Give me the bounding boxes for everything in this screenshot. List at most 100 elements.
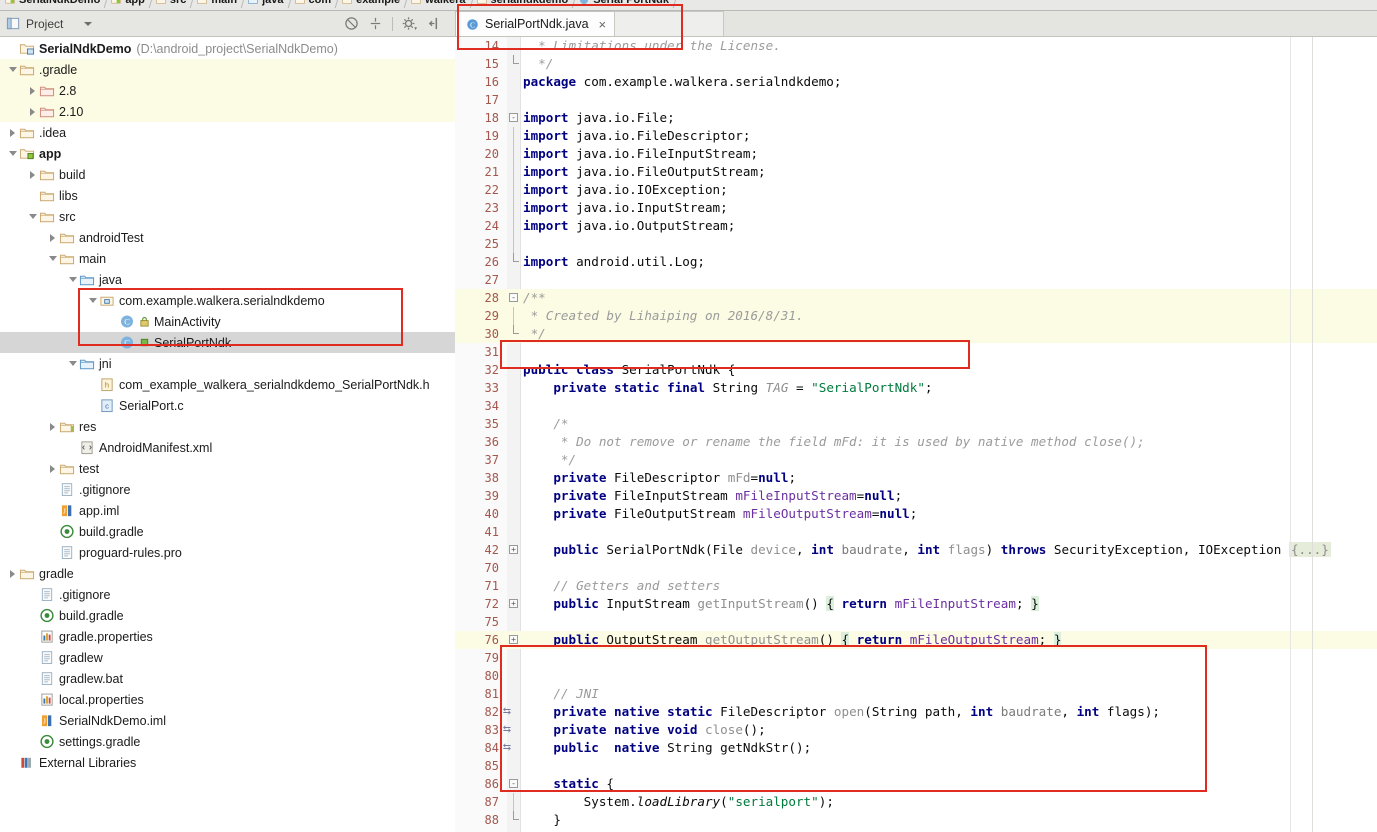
breadcrumb-item-serialndkdemo[interactable]: SerialNdkDemo [0,0,106,10]
fold-expand-icon[interactable]: + [509,545,518,554]
breadcrumb-item-serial-portndk[interactable]: Serial PortNdk [574,0,675,10]
code-line-17[interactable]: 17 [455,91,1377,109]
tree-row-src[interactable]: src [0,206,455,227]
tree-row-serialndkdemo[interactable]: SerialNdkDemo (D:\android_project\Serial… [0,38,455,59]
code-line-79[interactable]: 79 [455,649,1377,667]
tree-row-java[interactable]: java [0,269,455,290]
tree-row-androidtest[interactable]: androidTest [0,227,455,248]
code-line-86[interactable]: 86 - static { [455,775,1377,793]
code-line-14[interactable]: 14 * Limitations under the License. [455,37,1377,55]
tree-expand-arrow-icon[interactable] [46,462,59,475]
tree-expand-arrow-icon[interactable] [6,147,19,160]
code-line-25[interactable]: 25 [455,235,1377,253]
code-line-28[interactable]: 28 - /** [455,289,1377,307]
breadcrumb-item-app[interactable]: app [106,0,151,10]
fold-expand-icon[interactable]: + [509,635,518,644]
code-line-80[interactable]: 80 [455,667,1377,685]
code-line-31[interactable]: 31 [455,343,1377,361]
tree-expand-arrow-icon[interactable] [26,210,39,223]
tree-row-settings.gradle[interactable]: settings.gradle [0,731,455,752]
tree-row-proguard-rules.pro[interactable]: proguard-rules.pro [0,542,455,563]
expand-collapse-icon[interactable] [368,16,383,31]
tree-expand-arrow-icon[interactable] [66,273,79,286]
tree-expand-arrow-icon[interactable] [86,294,99,307]
code-line-24[interactable]: 24 import java.io.OutputStream; [455,217,1377,235]
code-line-37[interactable]: 37 */ [455,451,1377,469]
tree-expand-arrow-icon[interactable] [66,357,79,370]
tree-row-mainactivity[interactable]: C MainActivity [0,311,455,332]
code-line-41[interactable]: 41 [455,523,1377,541]
code-line-20[interactable]: 20 import java.io.FileInputStream; [455,145,1377,163]
code-area[interactable]: 14 * Limitations under the License. 15 *… [455,37,1377,832]
fold-collapse-icon[interactable]: - [509,779,518,788]
tree-row-idea[interactable]: .idea [0,122,455,143]
breadcrumb-item-walkera[interactable]: walkera [406,0,471,10]
tree-row-libs[interactable]: libs [0,185,455,206]
code-line-36[interactable]: 36 * Do not remove or rename the field m… [455,433,1377,451]
code-line-26[interactable]: 26 import android.util.Log; [455,253,1377,271]
code-line-88[interactable]: 88 } [455,811,1377,829]
tree-row-gitignore[interactable]: .gitignore [0,584,455,605]
tree-expand-arrow-icon[interactable] [26,105,39,118]
code-line-18[interactable]: 18 - import java.io.File; [455,109,1377,127]
tree-expand-arrow-icon[interactable] [46,231,59,244]
tree-row-serialport.c[interactable]: c SerialPort.c [0,395,455,416]
tree-row-build.gradle[interactable]: build.gradle [0,605,455,626]
tree-row-2.8[interactable]: 2.8 [0,80,455,101]
code-line-42[interactable]: 42 + public SerialPortNdk(File device, i… [455,541,1377,559]
fold-collapse-icon[interactable]: - [509,113,518,122]
settings-gear-icon[interactable] [402,16,417,31]
tree-expand-arrow-icon[interactable] [46,420,59,433]
project-tree[interactable]: SerialNdkDemo (D:\android_project\Serial… [0,38,455,832]
tree-row-gradle[interactable]: gradle [0,563,455,584]
code-line-29[interactable]: 29 * Created by Lihaiping on 2016/8/31. [455,307,1377,325]
chevron-down-icon[interactable] [84,21,93,26]
code-line-35[interactable]: 35 /* [455,415,1377,433]
tree-expand-arrow-icon[interactable] [6,63,19,76]
code-line-87[interactable]: 87 System.loadLibrary("serialport"); [455,793,1377,811]
tree-row-serialportndk[interactable]: C SerialPortNdk [0,332,455,353]
code-line-75[interactable]: 75 [455,613,1377,631]
code-line-30[interactable]: 30 */ [455,325,1377,343]
breadcrumb-item-src[interactable]: src [151,0,193,10]
tree-row-gradlew[interactable]: gradlew [0,647,455,668]
code-line-23[interactable]: 23 import java.io.InputStream; [455,199,1377,217]
code-line-38[interactable]: 38 private FileDescriptor mFd=null; [455,469,1377,487]
code-line-84[interactable]: 84 ⇆ public native String getNdkStr(); [455,739,1377,757]
code-line-76[interactable]: 76 + public OutputStream getOutputStream… [455,631,1377,649]
breadcrumb-item-main[interactable]: main [192,0,243,10]
breadcrumb-item-example[interactable]: example [337,0,406,10]
tree-expand-arrow-icon[interactable] [6,567,19,580]
code-line-83[interactable]: 83 ⇆ private native void close(); [455,721,1377,739]
code-line-85[interactable]: 85 [455,757,1377,775]
tree-expand-arrow-icon[interactable] [26,84,39,97]
tree-row-build[interactable]: build [0,164,455,185]
tree-row-jni[interactable]: jni [0,353,455,374]
tree-expand-arrow-icon[interactable] [6,126,19,139]
tree-row-app[interactable]: app [0,143,455,164]
tree-row-com.example.walkera.serialndkdemo[interactable]: com.example.walkera.serialndkdemo [0,290,455,311]
project-panel-title[interactable]: Project [4,16,98,31]
close-icon[interactable]: × [599,17,607,32]
tree-row-app.iml[interactable]: J app.iml [0,500,455,521]
code-line-32[interactable]: 32 public class SerialPortNdk { [455,361,1377,379]
tab-serialportndk-java[interactable]: C SerialPortNdk.java × [455,11,616,36]
code-line-27[interactable]: 27 [455,271,1377,289]
tree-expand-arrow-icon[interactable] [26,168,39,181]
code-line-19[interactable]: 19 import java.io.FileDescriptor; [455,127,1377,145]
tree-row-gradle.properties[interactable]: gradle.properties [0,626,455,647]
breadcrumb-item-java[interactable]: java [243,0,289,10]
collapse-all-icon[interactable] [344,16,359,31]
tree-row-com-example-walkera-serialndkdemo-serialportndk.h[interactable]: h com_example_walkera_serialndkdemo_Seri… [0,374,455,395]
code-line-15[interactable]: 15 */ [455,55,1377,73]
tree-row-build.gradle[interactable]: build.gradle [0,521,455,542]
tree-row-res[interactable]: res [0,416,455,437]
tree-row-main[interactable]: main [0,248,455,269]
code-line-82[interactable]: 82 ⇆ private native static FileDescripto… [455,703,1377,721]
code-line-40[interactable]: 40 private FileOutputStream mFileOutputS… [455,505,1377,523]
tree-row-test[interactable]: test [0,458,455,479]
tree-row-2.10[interactable]: 2.10 [0,101,455,122]
code-line-21[interactable]: 21 import java.io.FileOutputStream; [455,163,1377,181]
code-line-34[interactable]: 34 [455,397,1377,415]
breadcrumb-item-com[interactable]: com [290,0,338,10]
